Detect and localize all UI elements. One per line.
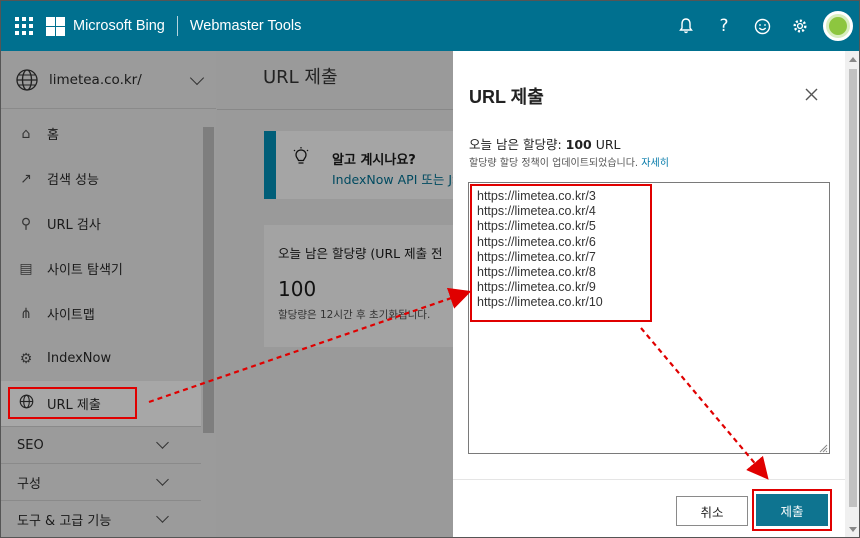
sidebar-group-configuration[interactable]: 구성: [1, 463, 201, 500]
chevron-down-icon: [156, 436, 169, 449]
product-name[interactable]: Webmaster Tools: [190, 18, 301, 34]
home-icon: ⌂: [21, 125, 31, 142]
sidebar-scroll-thumb[interactable]: [203, 127, 214, 433]
scroll-down-arrow-icon[interactable]: [849, 527, 857, 532]
chevron-down-icon: [189, 70, 205, 86]
close-icon[interactable]: [805, 85, 818, 106]
quota-card-value: 100: [278, 277, 317, 301]
sidebar-group-label: SEO: [17, 437, 44, 453]
dialog-footer-divider: [453, 479, 845, 480]
sidebar-group-seo[interactable]: SEO: [1, 426, 201, 463]
quota-prefix: 오늘 남은 할당량:: [469, 137, 566, 152]
quota-suffix: URL: [591, 137, 621, 152]
document-icon: ▤: [19, 260, 33, 277]
sidebar-item-indexnow[interactable]: ⚙ IndexNow: [1, 336, 201, 381]
trend-icon: ↗: [20, 170, 32, 187]
sidebar-item-label: 검색 성능: [47, 173, 99, 188]
window-scroll-thumb[interactable]: [849, 69, 857, 507]
sidebar-item-url-inspection[interactable]: ⚲ URL 검사: [1, 201, 201, 246]
sitemap-icon: ⋔: [20, 305, 32, 322]
sidebar-item-sitemaps[interactable]: ⋔ 사이트맵: [1, 291, 201, 336]
brand-divider: [176, 16, 178, 36]
help-icon[interactable]: ?: [705, 1, 743, 51]
search-icon: ⚲: [20, 215, 32, 232]
policy-link[interactable]: 자세히: [641, 158, 669, 169]
app-launcher-icon[interactable]: [15, 17, 33, 35]
bell-icon[interactable]: [667, 1, 705, 51]
smiley-icon[interactable]: [743, 1, 781, 51]
sidebar-item-label: URL 검사: [47, 218, 101, 233]
highlight-url-submission-nav: [8, 387, 137, 419]
sidebar-item-label: IndexNow: [47, 351, 112, 366]
chevron-down-icon: [156, 510, 169, 523]
chevron-down-icon: [156, 473, 169, 486]
highlight-submit-button: [752, 489, 832, 531]
sidebar-group-label: 도구 & 고급 기능: [17, 513, 112, 529]
lightbulb-icon: [292, 147, 310, 172]
quota-value: 100: [565, 137, 592, 152]
sidebar-nav: ⌂ 홈 ↗ 검색 성능 ⚲ URL 검사 ▤ 사이트 탐색기 ⋔ 사이트맵 ⚙ …: [1, 111, 201, 537]
microsoft-logo-icon: [46, 16, 65, 36]
sidebar-item-label: 사이트 탐색기: [47, 263, 123, 278]
gear-icon: ⚙: [19, 350, 33, 367]
brand-name[interactable]: Microsoft Bing: [73, 18, 165, 34]
resize-grip-icon[interactable]: [818, 443, 828, 453]
policy-note: 할당량 할당 정책이 업데이트되었습니다. 자세히: [469, 154, 669, 169]
highlight-url-list: [470, 184, 652, 322]
top-bar: Microsoft Bing Webmaster Tools ?: [1, 1, 859, 51]
sidebar-item-label: 사이트맵: [47, 308, 95, 323]
avatar[interactable]: [823, 11, 853, 41]
scroll-up-arrow-icon[interactable]: [849, 57, 857, 62]
sidebar-scrollbar[interactable]: [201, 111, 216, 531]
sidebar-group-tools[interactable]: 도구 & 고급 기능: [1, 500, 201, 537]
policy-text: 할당량 할당 정책이 업데이트되었습니다.: [469, 158, 642, 169]
sidebar-item-search-performance[interactable]: ↗ 검색 성능: [1, 156, 201, 201]
banner-link[interactable]: IndexNow API 또는 JS: [332, 169, 460, 188]
quota-card-note: 할당량은 12시간 후 초기화됩니다.: [278, 309, 431, 321]
sidebar: limetea.co.kr/ ⌂ 홈 ↗ 검색 성능 ⚲ URL 검사 ▤ 사이…: [1, 51, 216, 537]
avatar-image: [826, 14, 850, 38]
page-title: URL 제출: [263, 67, 338, 88]
window-scrollbar[interactable]: [845, 51, 859, 537]
dialog-title: URL 제출: [469, 87, 544, 107]
sidebar-item-label: 홈: [47, 128, 59, 143]
globe-icon: [16, 68, 38, 91]
site-name: limetea.co.kr/: [49, 71, 142, 88]
sidebar-item-site-explorer[interactable]: ▤ 사이트 탐색기: [1, 246, 201, 291]
site-selector[interactable]: limetea.co.kr/: [1, 51, 216, 109]
quota-card-title: 오늘 남은 할당량 (URL 제출 전: [278, 246, 443, 261]
quota-card: 오늘 남은 할당량 (URL 제출 전 100 할당량은 12시간 후 초기화됩…: [264, 225, 464, 347]
screen-frame: Microsoft Bing Webmaster Tools ? limetea…: [0, 0, 860, 538]
title-divider: [217, 109, 457, 110]
cancel-button[interactable]: 취소: [676, 496, 748, 526]
info-banner: 알고 계시나요? IndexNow API 또는 JS: [264, 131, 464, 199]
sidebar-group-label: 구성: [17, 476, 41, 492]
topbar-actions: ?: [667, 1, 853, 51]
quota-text: 오늘 남은 할당량: 100 URL: [469, 134, 621, 153]
banner-title: 알고 계시나요?: [332, 153, 416, 168]
sidebar-item-home[interactable]: ⌂ 홈: [1, 111, 201, 156]
gear-icon[interactable]: [781, 1, 819, 51]
